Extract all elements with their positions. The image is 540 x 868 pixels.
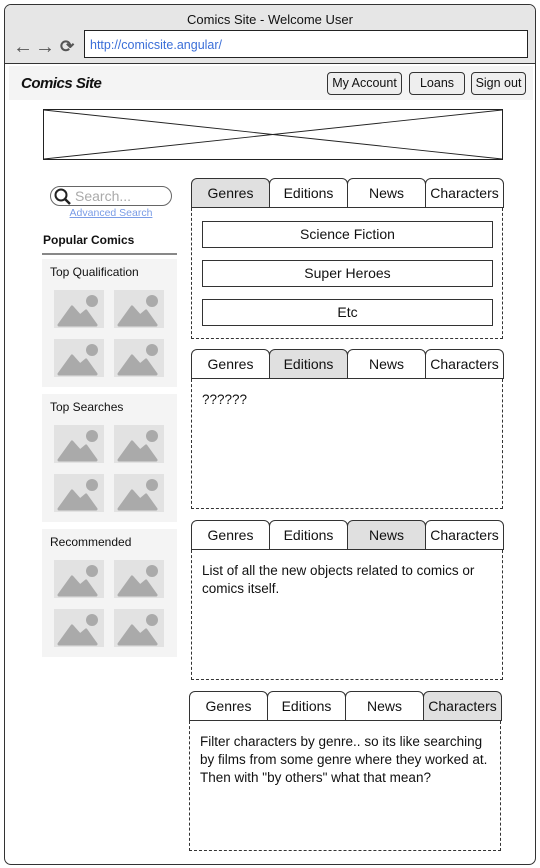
tab-genres[interactable]: Genres (189, 691, 268, 721)
my-account-button[interactable]: My Account (327, 72, 402, 95)
tab-editions[interactable]: Editions (269, 520, 348, 550)
image-icon (57, 479, 98, 511)
panel-text: ?????? (202, 392, 248, 407)
forward-arrow-icon[interactable]: → (35, 36, 55, 59)
tab-panel-editions: Genres Editions News Characters ?????? (191, 349, 504, 509)
url-bar[interactable]: http://comicsite.angular/ (84, 30, 528, 58)
panel-text: Filter characters by genre.. so its like… (200, 734, 488, 785)
image-icon (117, 479, 158, 511)
back-arrow-icon[interactable]: ← (13, 36, 33, 59)
tab-editions[interactable]: Editions (269, 178, 348, 208)
tab-news[interactable]: News (347, 349, 426, 379)
comic-thumbnail[interactable] (54, 474, 104, 512)
comic-thumbnail[interactable] (114, 425, 164, 463)
section-label: Top Qualification (50, 265, 139, 279)
banner-image-placeholder (43, 109, 503, 160)
tab-panel-news: Genres Editions News Characters List of all… (191, 520, 504, 680)
search-icon (54, 188, 71, 205)
section-label: Recommended (50, 535, 132, 549)
advanced-search-link[interactable]: Advanced Search (50, 207, 172, 219)
tab-genres[interactable]: Genres (191, 178, 270, 208)
genre-button[interactable]: Science Fiction (202, 221, 493, 248)
tab-characters[interactable]: Characters (425, 349, 504, 379)
section-top-qualification: Top Qualification (42, 259, 177, 387)
site-header: Comics Site My Account Loans Sign out (9, 66, 533, 100)
panel-text: List of all the new objects related to c… (202, 563, 475, 596)
image-icon (117, 295, 158, 327)
image-icon (117, 565, 158, 597)
tab-news[interactable]: News (347, 178, 426, 208)
tab-genres[interactable]: Genres (191, 349, 270, 379)
image-icon (57, 295, 98, 327)
reload-icon[interactable]: ⟳ (60, 37, 74, 57)
comic-thumbnail[interactable] (54, 609, 104, 647)
section-top-searches: Top Searches (42, 394, 177, 522)
comic-thumbnail[interactable] (114, 290, 164, 328)
image-icon (117, 614, 158, 646)
image-icon (117, 430, 158, 462)
comic-thumbnail[interactable] (114, 474, 164, 512)
tab-characters[interactable]: Characters (425, 178, 504, 208)
window-title: Comics Site - Welcome User (187, 12, 353, 27)
image-icon (57, 344, 98, 376)
search-placeholder: Search... (75, 188, 132, 204)
comic-thumbnail[interactable] (114, 609, 164, 647)
image-icon (57, 614, 98, 646)
genre-button[interactable]: Super Heroes (202, 260, 493, 287)
site-logo[interactable]: Comics Site (21, 75, 102, 92)
divider (42, 253, 177, 255)
comic-thumbnail[interactable] (114, 339, 164, 377)
search-input[interactable]: Search... (50, 186, 172, 206)
tab-characters[interactable]: Characters (425, 520, 504, 550)
comic-thumbnail[interactable] (114, 560, 164, 598)
sign-out-button[interactable]: Sign out (471, 72, 526, 95)
loans-button[interactable]: Loans (409, 72, 465, 95)
tab-news[interactable]: News (347, 520, 426, 550)
image-icon (57, 430, 98, 462)
image-icon (117, 344, 158, 376)
comic-thumbnail[interactable] (54, 425, 104, 463)
title-bar: Comics Site - Welcome User ← → ⟳ http://… (5, 5, 535, 64)
tab-characters[interactable]: Characters (423, 691, 502, 721)
comic-thumbnail[interactable] (54, 339, 104, 377)
popular-comics-heading: Popular Comics (43, 233, 135, 247)
genre-button[interactable]: Etc (202, 299, 493, 326)
tab-panel-characters: Genres Editions News Characters Filter char… (189, 691, 502, 851)
tab-panel-genres: Genres Editions News Characters Science Fic… (191, 178, 504, 339)
comic-thumbnail[interactable] (54, 560, 104, 598)
tab-editions[interactable]: Editions (269, 349, 348, 379)
comic-thumbnail[interactable] (54, 290, 104, 328)
section-label: Top Searches (50, 400, 124, 414)
tab-editions[interactable]: Editions (267, 691, 346, 721)
section-recommended: Recommended (42, 529, 177, 657)
tab-genres[interactable]: Genres (191, 520, 270, 550)
tab-news[interactable]: News (345, 691, 424, 721)
image-icon (57, 565, 98, 597)
